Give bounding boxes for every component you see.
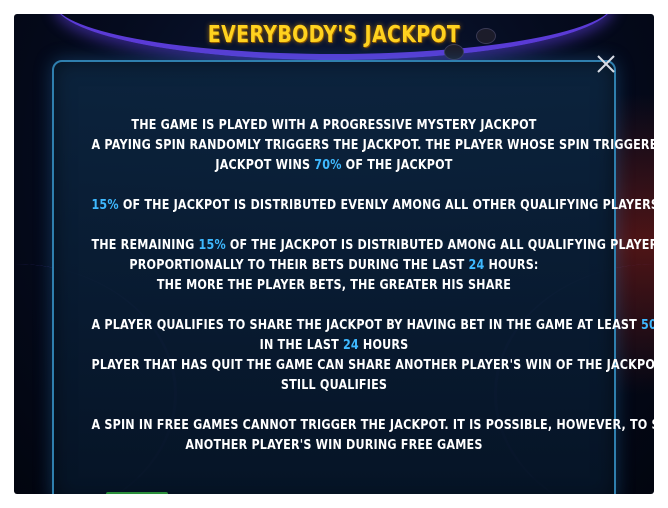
rule-line: PROPORTIONALLY TO THEIR BETS DURING THE … bbox=[91, 256, 576, 276]
rule-line: A PLAYER QUALIFIES TO SHARE THE JACKPOT … bbox=[91, 316, 654, 336]
rule-text: OF THE JACKPOT IS DISTRIBUTED EVENLY AMO… bbox=[118, 198, 654, 213]
rule-line: THE MORE THE PLAYER BETS, THE GREATER HI… bbox=[91, 276, 576, 296]
rule-line: A PAYING SPIN RANDOMLY TRIGGERS THE JACK… bbox=[91, 136, 654, 156]
rule-text: HOURS bbox=[358, 338, 409, 353]
rule-line: ANOTHER PLAYER'S WIN DURING FREE GAMES bbox=[91, 436, 576, 456]
rule-text: IN THE LAST bbox=[259, 338, 343, 353]
rule-text: PROPORTIONALLY TO THEIR BETS DURING THE … bbox=[129, 258, 469, 273]
rule-line: JACKPOT WINS 70% OF THE JACKPOT bbox=[91, 156, 576, 176]
rule-text: OF THE JACKPOT IS DISTRIBUTED AMONG ALL … bbox=[225, 238, 654, 253]
highlighted-value: 15% bbox=[198, 238, 226, 253]
rule-text: JACKPOT WINS bbox=[215, 158, 315, 173]
rule-line: THE REMAINING 15% OF THE JACKPOT IS DIST… bbox=[91, 236, 654, 256]
rule-text: A PAYING SPIN RANDOMLY TRIGGERS THE JACK… bbox=[91, 138, 654, 153]
rule-line: IN THE LAST 24 HOURS bbox=[91, 336, 576, 356]
rule-text: PLAYER THAT HAS QUIT THE GAME CAN SHARE … bbox=[91, 358, 654, 373]
rule-text: A PLAYER QUALIFIES TO SHARE THE JACKPOT … bbox=[91, 318, 642, 333]
panel-title: EVERYBODY'S JACKPOT bbox=[207, 22, 461, 48]
rule-line: 15% OF THE JACKPOT IS DISTRIBUTED EVENLY… bbox=[91, 196, 654, 216]
bottom-tab-indicator bbox=[106, 492, 168, 494]
highlighted-value: 70% bbox=[314, 158, 342, 173]
close-icon bbox=[597, 55, 615, 73]
rule-line: PLAYER THAT HAS QUIT THE GAME CAN SHARE … bbox=[91, 356, 654, 376]
rule-text: THE REMAINING bbox=[91, 238, 199, 253]
highlighted-value: 24 bbox=[342, 338, 359, 353]
rule-paragraph: A PLAYER QUALIFIES TO SHARE THE JACKPOT … bbox=[52, 316, 654, 396]
jackpot-rules-text: THE GAME IS PLAYED WITH A PROGRESSIVE MY… bbox=[52, 116, 654, 456]
rule-paragraph: 15% OF THE JACKPOT IS DISTRIBUTED EVENLY… bbox=[52, 196, 654, 216]
highlighted-value: 24 bbox=[468, 258, 485, 273]
rule-paragraph: THE GAME IS PLAYED WITH A PROGRESSIVE MY… bbox=[52, 116, 654, 176]
rule-line: THE GAME IS PLAYED WITH A PROGRESSIVE MY… bbox=[91, 116, 576, 136]
rule-text: STILL QUALIFIES bbox=[280, 378, 388, 393]
rule-text: THE MORE THE PLAYER BETS, THE GREATER HI… bbox=[156, 278, 512, 293]
rule-line: STILL QUALIFIES bbox=[91, 376, 576, 396]
game-window: EVERYBODY'S JACKPOT THE GAME IS PLAYED W… bbox=[14, 14, 654, 494]
highlighted-value: 15% bbox=[91, 198, 119, 213]
rule-paragraph: THE REMAINING 15% OF THE JACKPOT IS DIST… bbox=[52, 236, 654, 296]
rule-text: A SPIN IN FREE GAMES CANNOT TRIGGER THE … bbox=[91, 418, 654, 433]
rule-line: A SPIN IN FREE GAMES CANNOT TRIGGER THE … bbox=[91, 416, 654, 436]
rule-text: ANOTHER PLAYER'S WIN DURING FREE GAMES bbox=[185, 438, 483, 453]
rule-text: THE GAME IS PLAYED WITH A PROGRESSIVE MY… bbox=[131, 118, 537, 133]
rule-text: OF THE JACKPOT bbox=[341, 158, 453, 173]
rule-paragraph: A SPIN IN FREE GAMES CANNOT TRIGGER THE … bbox=[52, 416, 654, 456]
rule-text: HOURS: bbox=[484, 258, 539, 273]
close-button[interactable] bbox=[592, 50, 620, 78]
highlighted-value: 50€ bbox=[641, 318, 654, 333]
